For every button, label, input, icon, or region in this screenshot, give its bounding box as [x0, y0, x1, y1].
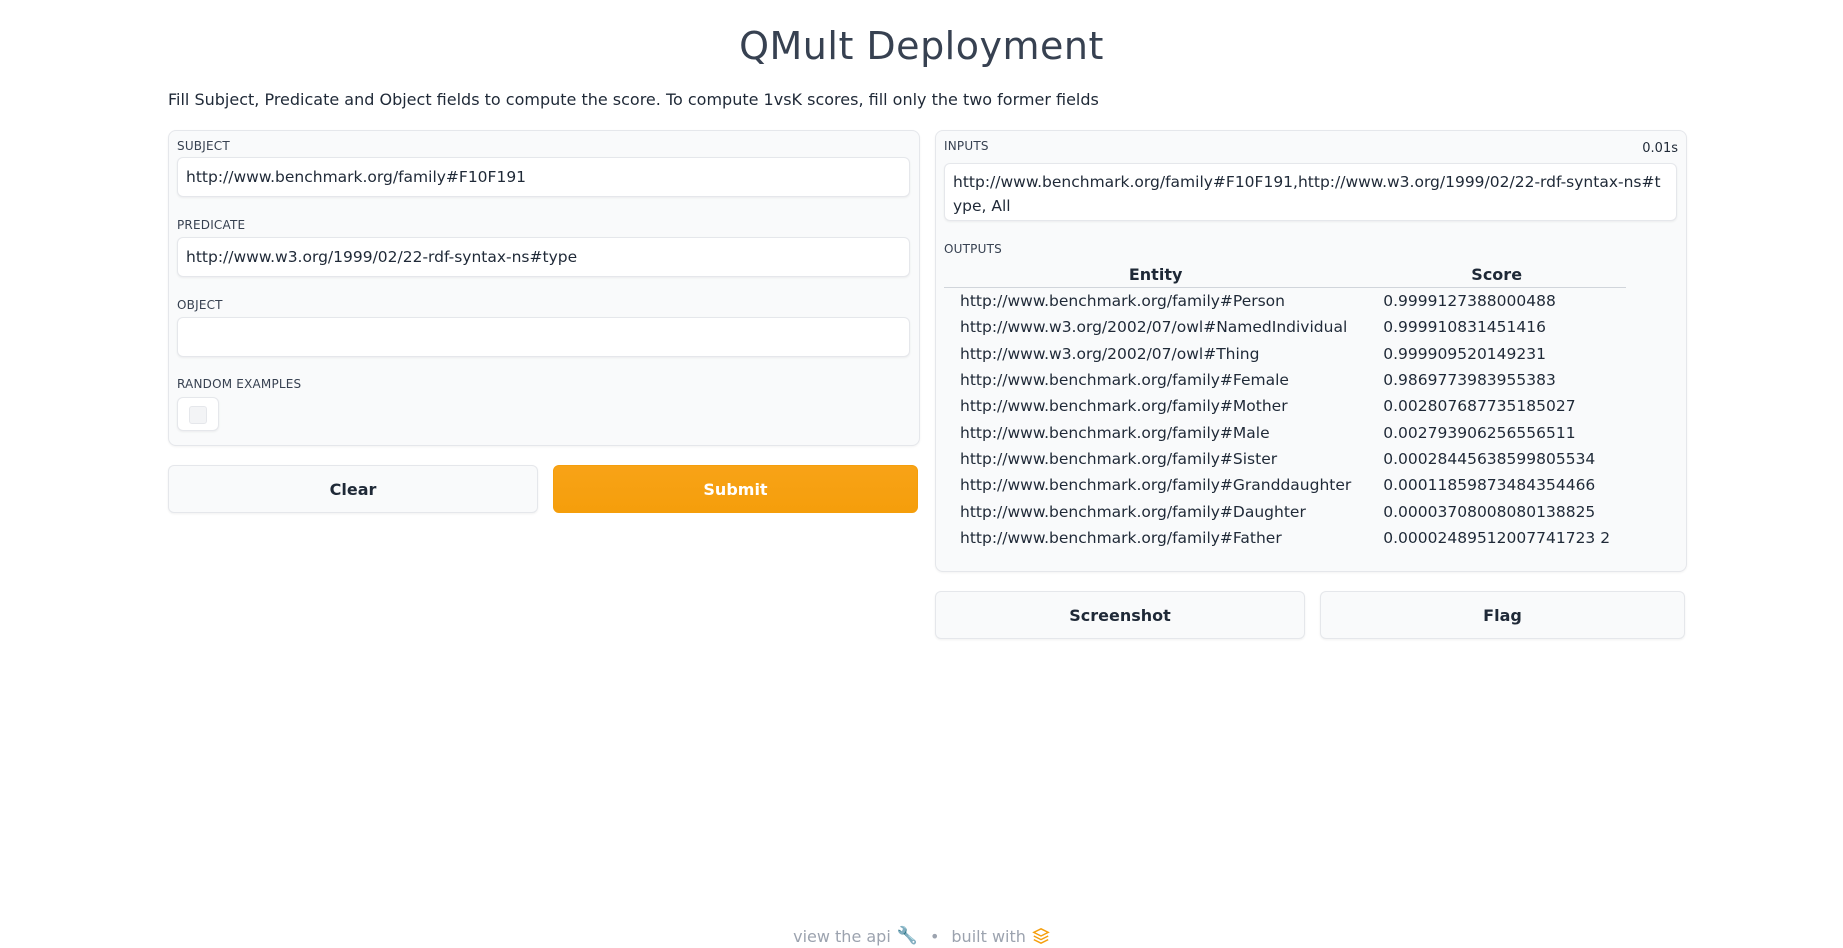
page-description: Fill Subject, Predicate and Object field… — [168, 90, 1099, 109]
score-cell: 0.999909520149231 — [1383, 344, 1546, 363]
results-panel: INPUTS 0.01s http://www.benchmark.org/fa… — [935, 130, 1687, 572]
table-row: http://www.benchmark.org/family#Daughter… — [944, 498, 1626, 524]
table-header-row: Entity Score — [944, 263, 1627, 288]
entity-cell: http://www.benchmark.org/family#Person — [960, 292, 1285, 311]
score-cell: 0.999910831451416 — [1383, 318, 1546, 337]
inputs-display: http://www.benchmark.org/family#F10F191,… — [944, 163, 1677, 221]
table-row: http://www.benchmark.org/family#Male 0.0… — [944, 419, 1626, 445]
outputs-table: Entity Score http://www.benchmark.org/fa… — [944, 263, 1627, 551]
object-label: OBJECT — [177, 298, 223, 312]
object-input[interactable] — [177, 317, 910, 357]
footer: view the api 🔧 • built with — [0, 926, 1843, 946]
flag-button[interactable]: Flag — [1320, 591, 1685, 639]
footer-separator: • — [929, 926, 940, 946]
table-row: http://www.w3.org/2002/07/owl#NamedIndiv… — [944, 314, 1626, 340]
score-cell: 0.002793906256556511 — [1383, 423, 1576, 442]
entity-cell: http://www.w3.org/2002/07/owl#Thing — [960, 344, 1260, 363]
app-page: QMult Deployment Fill Subject, Predicate… — [0, 0, 1843, 948]
score-cell: 0.00028445638599805534 — [1383, 449, 1596, 468]
entity-cell: http://www.w3.org/2002/07/owl#NamedIndiv… — [960, 318, 1348, 337]
predicate-input[interactable]: http://www.w3.org/1999/02/22-rdf-syntax-… — [177, 237, 910, 277]
submit-button[interactable]: Submit — [553, 465, 918, 513]
outputs-label: OUTPUTS — [944, 242, 1002, 256]
header-entity: Entity — [944, 263, 1368, 288]
table-row: http://www.benchmark.org/family#Father 0… — [944, 525, 1626, 551]
gradio-logo-icon — [1032, 927, 1050, 945]
random-examples-label: RANDOM EXAMPLES — [177, 377, 302, 391]
table-row: http://www.benchmark.org/family#Granddau… — [944, 472, 1626, 498]
score-cell: 0.00003708008080138825 — [1383, 502, 1596, 521]
score-cell: 0.00011859873484354466 — [1383, 476, 1596, 495]
table-row: http://www.benchmark.org/family#Female 0… — [944, 367, 1626, 393]
score-cell: 0.002807687735185027 — [1383, 397, 1576, 416]
table-row: http://www.benchmark.org/family#Mother 0… — [944, 393, 1626, 419]
timer-badge: 0.01s — [1642, 141, 1678, 156]
entity-cell: http://www.benchmark.org/family#Female — [960, 371, 1289, 390]
checkbox-box — [189, 406, 207, 424]
view-api-link[interactable]: view the api — [793, 927, 891, 946]
wrench-icon: 🔧 — [896, 926, 918, 946]
score-cell: 0.00002489512007741723 2 — [1383, 528, 1611, 547]
subject-label: SUBJECT — [177, 139, 230, 153]
predicate-label: PREDICATE — [177, 218, 246, 232]
entity-cell: http://www.benchmark.org/family#Mother — [960, 397, 1288, 416]
entity-cell: http://www.benchmark.org/family#Granddau… — [960, 476, 1352, 495]
inputs-label: INPUTS — [944, 139, 989, 153]
table-row: http://www.benchmark.org/family#Person 0… — [944, 288, 1626, 315]
entity-cell: http://www.benchmark.org/family#Father — [960, 528, 1282, 547]
entity-cell: http://www.benchmark.org/family#Sister — [960, 449, 1278, 468]
clear-button[interactable]: Clear — [168, 465, 538, 513]
score-cell: 0.9869773983955383 — [1383, 371, 1556, 390]
built-with-link[interactable]: built with — [951, 927, 1026, 946]
table-row: http://www.w3.org/2002/07/owl#Thing 0.99… — [944, 341, 1626, 367]
screenshot-button[interactable]: Screenshot — [935, 591, 1305, 639]
entity-cell: http://www.benchmark.org/family#Daughter — [960, 502, 1306, 521]
table-row: http://www.benchmark.org/family#Sister 0… — [944, 446, 1626, 472]
score-cell: 0.9999127388000488 — [1383, 292, 1556, 311]
header-score: Score — [1367, 263, 1627, 288]
entity-cell: http://www.benchmark.org/family#Male — [960, 423, 1270, 442]
subject-input[interactable]: http://www.benchmark.org/family#F10F191 — [177, 157, 910, 197]
page-title: QMult Deployment — [739, 24, 1104, 68]
input-panel: SUBJECT http://www.benchmark.org/family#… — [168, 130, 920, 446]
random-examples-checkbox[interactable] — [177, 397, 219, 431]
